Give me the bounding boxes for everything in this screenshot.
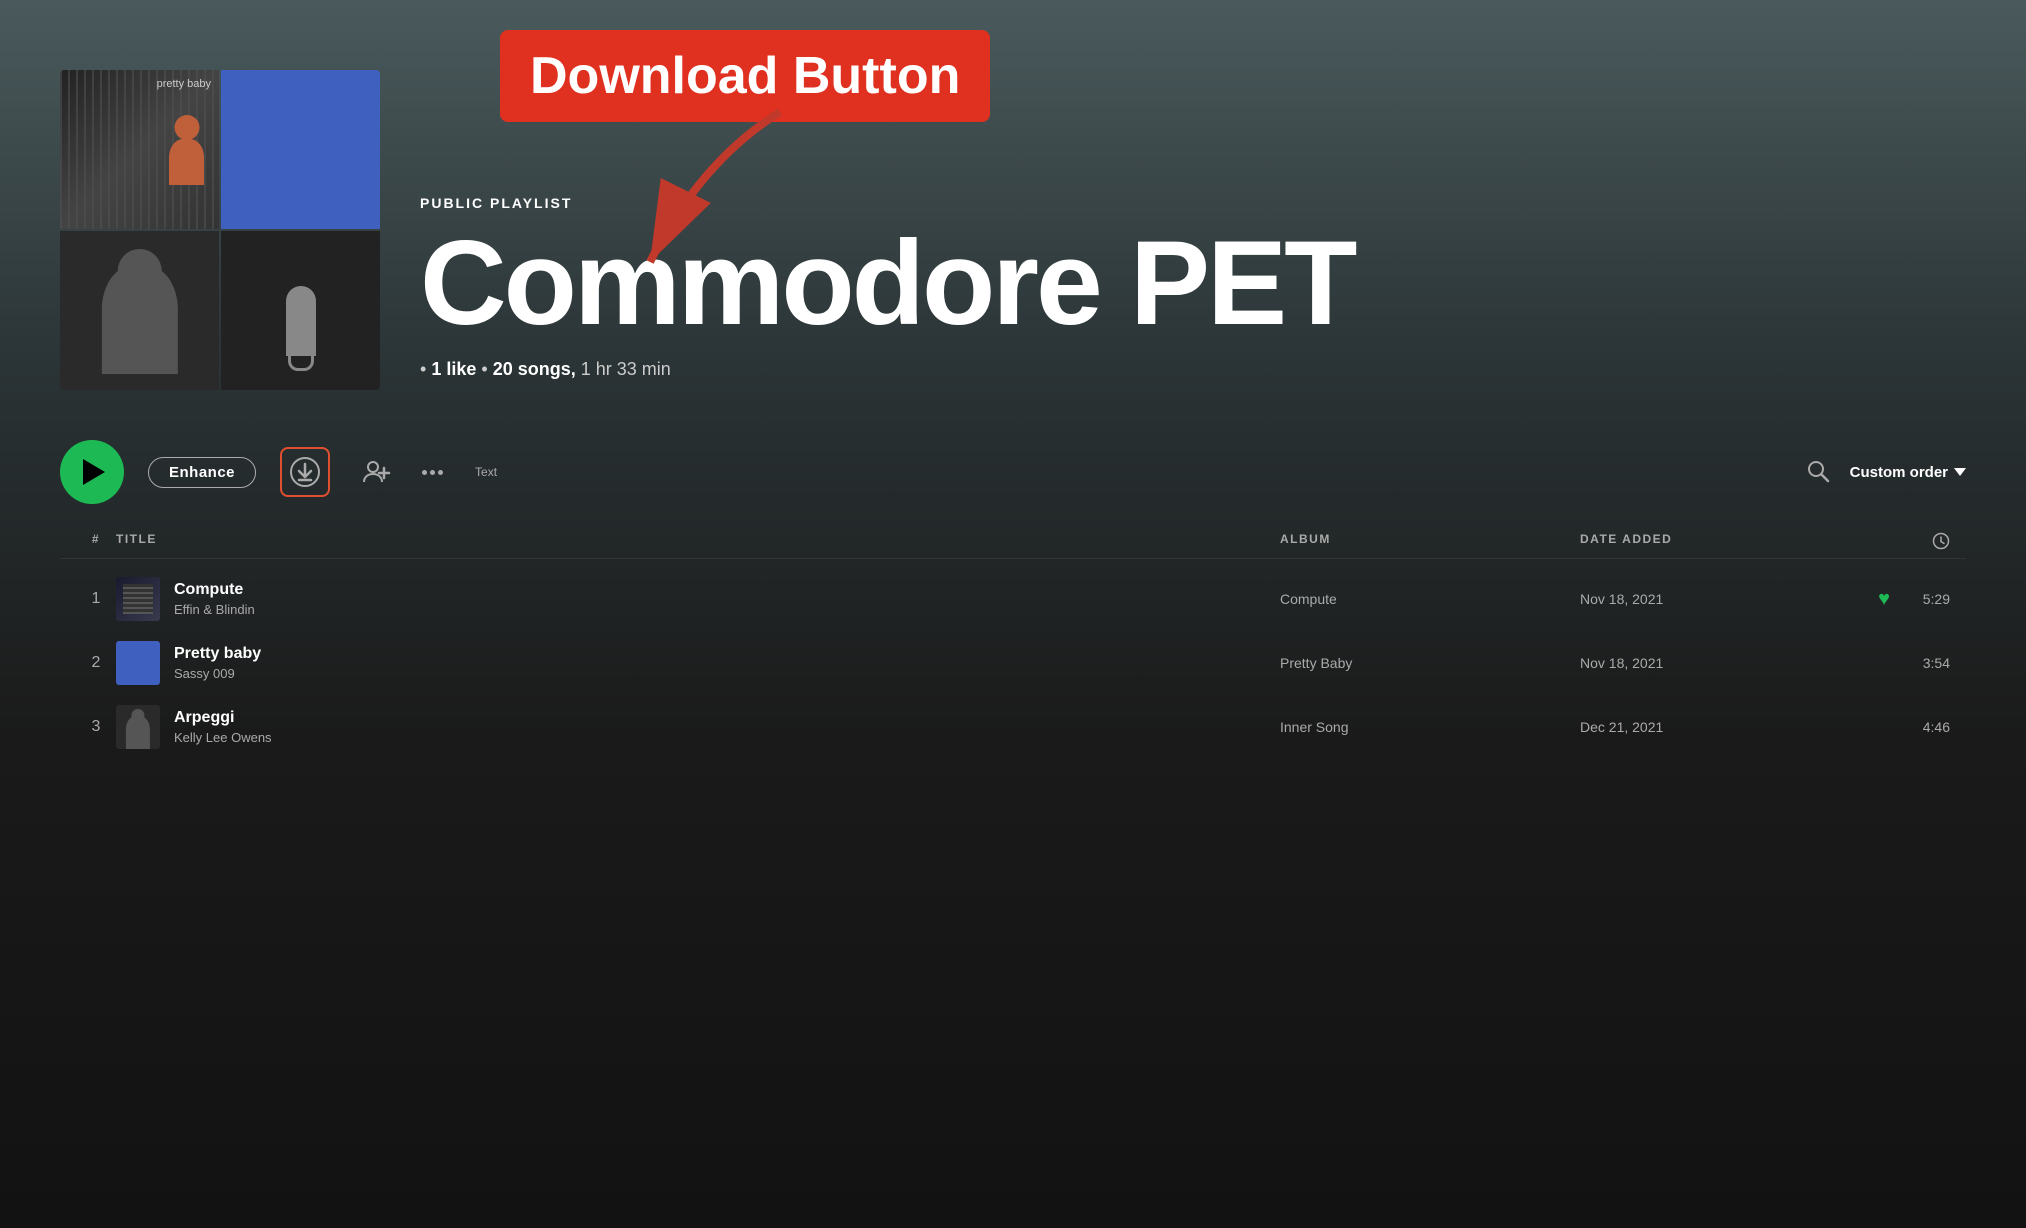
- add-user-icon: [360, 456, 392, 488]
- track-duration: 3:54: [1890, 655, 1950, 671]
- track-artist: Effin & Blindin: [174, 602, 255, 617]
- more-button[interactable]: [422, 470, 443, 475]
- meta-dot: •: [420, 359, 431, 379]
- meta-likes: 1 like: [431, 359, 476, 379]
- track-date: Nov 18, 2021: [1580, 655, 1830, 671]
- track-liked: ♥: [1830, 588, 1890, 611]
- search-button[interactable]: [1806, 459, 1830, 486]
- hero-section: pretty baby PUBLIC PLAYLIST Commodore PE…: [0, 0, 2026, 420]
- track-thumb-striped: [123, 584, 154, 615]
- add-user-button[interactable]: [354, 450, 398, 494]
- th-liked: [1830, 532, 1890, 550]
- playlist-title: Commodore PET: [420, 223, 1966, 343]
- cover-tile-2: [221, 70, 380, 229]
- cover-tile-3: [60, 231, 219, 390]
- track-album: Pretty Baby: [1280, 655, 1580, 671]
- cover-tile-4: [221, 231, 380, 390]
- track-duration: 4:46: [1890, 719, 1950, 735]
- th-album: ALBUM: [1280, 532, 1580, 550]
- track-thumb-2: [116, 641, 160, 685]
- track-text: Pretty baby Sassy 009: [174, 645, 261, 681]
- track-artist: Kelly Lee Owens: [174, 730, 272, 745]
- cover-tile-1-text: pretty baby: [157, 78, 211, 90]
- track-num: 1: [76, 590, 116, 608]
- track-num: 2: [76, 654, 116, 672]
- enhance-button[interactable]: Enhance: [148, 457, 256, 488]
- track-date: Dec 21, 2021: [1580, 719, 1830, 735]
- download-button[interactable]: [280, 447, 330, 497]
- table-row[interactable]: 1 Compute Effin & Blindin Compute Nov 18…: [60, 567, 1966, 631]
- th-title: TITLE: [116, 532, 1280, 550]
- track-album: Compute: [1280, 591, 1580, 607]
- track-artist: Sassy 009: [174, 666, 261, 681]
- meta-dot2: •: [481, 359, 492, 379]
- custom-order-button[interactable]: Custom order: [1850, 464, 1966, 481]
- playlist-type: PUBLIC PLAYLIST: [420, 195, 1966, 211]
- track-name: Arpeggi: [174, 709, 272, 727]
- controls-right: Custom order: [1806, 459, 1966, 486]
- track-text: Compute Effin & Blindin: [174, 581, 255, 617]
- mic-shape: [286, 286, 316, 356]
- cover-tile-1: pretty baby: [60, 70, 219, 229]
- meta-songs: 20 songs,: [493, 359, 576, 379]
- person-orange-silhouette: [169, 115, 204, 185]
- more-dot-1: [422, 470, 427, 475]
- more-dot-3: [438, 470, 443, 475]
- table-header: # TITLE ALBUM DATE ADDED: [60, 524, 1966, 559]
- track-text: Arpeggi Kelly Lee Owens: [174, 709, 272, 745]
- track-info: Compute Effin & Blindin: [116, 577, 1280, 621]
- play-button[interactable]: [60, 440, 124, 504]
- play-icon: [83, 459, 105, 485]
- track-date: Nov 18, 2021: [1580, 591, 1830, 607]
- track-album: Inner Song: [1280, 719, 1580, 735]
- th-num: #: [76, 532, 116, 550]
- table-row[interactable]: 3 Arpeggi Kelly Lee Owens Inner Song Dec…: [60, 695, 1966, 759]
- search-icon: [1806, 459, 1830, 483]
- playlist-meta: • 1 like • 20 songs, 1 hr 33 min: [420, 359, 1966, 380]
- download-icon: [289, 456, 321, 488]
- track-name: Compute: [174, 581, 255, 599]
- more-dot-2: [430, 470, 435, 475]
- track-info: Pretty baby Sassy 009: [116, 641, 1280, 685]
- track-name: Pretty baby: [174, 645, 261, 663]
- track-num: 3: [76, 718, 116, 736]
- table-row[interactable]: 2 Pretty baby Sassy 009 Pretty Baby Nov …: [60, 631, 1966, 695]
- chevron-down-icon: [1954, 468, 1966, 476]
- th-date: DATE ADDED: [1580, 532, 1830, 550]
- controls-bar: Enhance Text Cus: [0, 420, 2026, 524]
- meta-duration: 1 hr 33 min: [581, 359, 671, 379]
- custom-order-label: Custom order: [1850, 464, 1948, 481]
- silhouette-3: [76, 247, 203, 374]
- track-duration: 5:29: [1890, 591, 1950, 607]
- track-thumb-3: [116, 705, 160, 749]
- hero-info: PUBLIC PLAYLIST Commodore PET • 1 like •…: [420, 195, 1966, 390]
- text-label: Text: [475, 465, 497, 479]
- track-thumb-1: [116, 577, 160, 621]
- clock-icon: [1932, 532, 1950, 550]
- track-table: # TITLE ALBUM DATE ADDED 1 Compute Effin…: [0, 524, 2026, 759]
- track-info: Arpeggi Kelly Lee Owens: [116, 705, 1280, 749]
- playlist-cover: pretty baby: [60, 70, 380, 390]
- th-duration: [1890, 532, 1950, 550]
